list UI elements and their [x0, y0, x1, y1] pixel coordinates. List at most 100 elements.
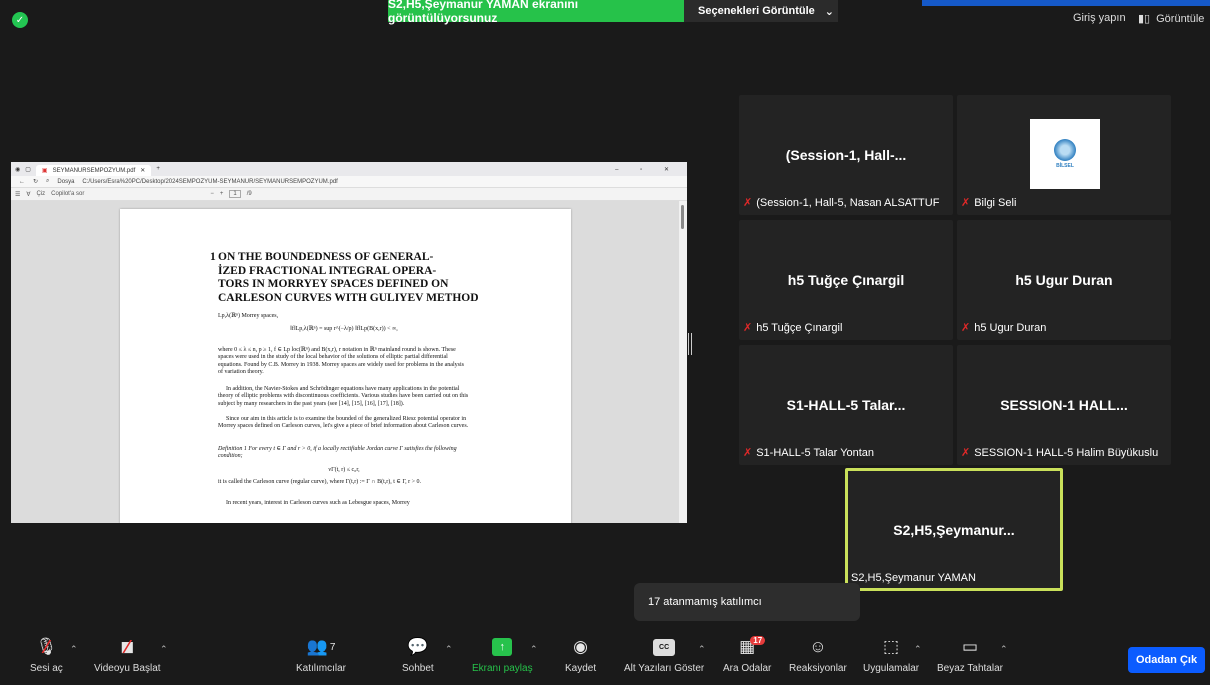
participant-name: (Session-1, Hall-...	[785, 147, 907, 163]
pdf-paragraph-3: Since our aim in this article is to exam…	[218, 416, 469, 430]
chevron-up-icon[interactable]: ⌃	[1000, 644, 1008, 655]
logo-text: BİLSEL	[1056, 163, 1074, 169]
mic-off-icon: 🎙 ⁄	[35, 636, 58, 657]
shared-screen-browser: ◉ ▢ ▣ SEYMANURSEMPOZYUM.pdf ✕ + ‒ ▫ ✕ ← …	[11, 162, 687, 523]
participant-label-text: (Session-1, Hall-5, Nasan ALSATTUF	[756, 196, 940, 209]
back-icon[interactable]: ←	[19, 179, 25, 185]
participants-button[interactable]: 👥 7 Katılımcılar	[296, 636, 346, 674]
top-right-strip	[922, 0, 1210, 6]
pdf-paragraph-5: In recent years, interest in Carleson cu…	[226, 500, 410, 506]
contents-icon[interactable]: ☰	[15, 191, 20, 198]
chevron-up-icon[interactable]: ⌃	[160, 644, 168, 655]
chevron-down-icon: ⌄	[824, 5, 834, 18]
reactions-icon: ☺	[809, 637, 827, 656]
participant-label-text: Bilgi Seli	[974, 196, 1017, 209]
unmute-button[interactable]: 🎙 ⁄ Sesi aç	[30, 636, 63, 675]
view-options-button[interactable]: Seçenekleri Görüntüle ⌄	[684, 0, 838, 22]
captions-label: Alt Yazıları Göster	[624, 663, 705, 674]
participant-label: ✗ SESSION-1 HALL-5 Halim Büyükuslu	[961, 446, 1159, 460]
chevron-up-icon[interactable]: ⌃	[914, 644, 922, 655]
draw-icon[interactable]: ∀	[26, 191, 30, 198]
share-screen-button[interactable]: ↑ Ekranı paylaş	[472, 636, 533, 674]
breakout-rooms-icon: ▦ 17	[739, 636, 766, 658]
whiteboard-icon: ▭	[961, 637, 979, 656]
participant-tile[interactable]: h5 Ugur Duran ✗ h5 Ugur Duran	[957, 220, 1171, 340]
mic-off-icon: ✗	[743, 447, 753, 459]
reactions-label: Reaksiyonlar	[789, 663, 847, 674]
record-button[interactable]: ◉ Kaydet	[565, 636, 596, 674]
participant-tile[interactable]: h5 Tuğçe Çınargil ✗ h5 Tuğçe Çınargil	[739, 220, 953, 340]
chevron-up-icon[interactable]: ⌃	[445, 644, 453, 655]
view-button[interactable]: ▮▯ Görüntüle	[1138, 12, 1204, 26]
mic-off-icon: ✗	[743, 322, 753, 334]
login-button[interactable]: Giriş yapın	[1073, 12, 1126, 24]
participant-tile[interactable]: (Session-1, Hall-... ✗ (Session-1, Hall-5…	[739, 95, 953, 215]
captions-button[interactable]: CC Alt Yazıları Göster	[624, 636, 704, 674]
participant-tile[interactable]: SESSION-1 HALL... ✗ SESSION-1 HALL-5 Hali…	[957, 345, 1171, 465]
breakout-rooms-label: Ara Odalar	[723, 663, 772, 674]
copilot-label[interactable]: Copilot'a sor	[51, 191, 84, 197]
chat-button[interactable]: 💬 Sohbet	[402, 636, 434, 674]
address-url[interactable]: C:/Users/Esra%20PC/Desktop/2024SEMPOZYUM…	[82, 179, 337, 185]
title-line: ON THE BOUNDEDNESS OF GENERAL-	[218, 251, 434, 263]
chevron-up-icon[interactable]: ⌃	[530, 644, 538, 655]
draw-label[interactable]: Çiz	[37, 191, 46, 197]
mic-off-icon: ✗	[961, 322, 971, 334]
leave-room-button[interactable]: Odadan Çık	[1128, 647, 1205, 673]
reload-icon[interactable]: ↻	[33, 178, 38, 185]
pdf-definition: Definition 1 For every t ∈ Γ and r > 0, …	[218, 446, 457, 460]
whiteboard-button[interactable]: ▭ Beyaz Tahtalar	[937, 636, 1003, 674]
participant-name: S2,H5,Şeymanur...	[893, 521, 1015, 538]
chevron-up-icon[interactable]: ⌃	[698, 644, 706, 655]
pdf-icon: ▣	[41, 168, 48, 174]
share-screen-icon: ↑	[492, 636, 513, 658]
scrollbar-thumb[interactable]	[681, 205, 684, 229]
reactions-button[interactable]: ☺ Reaksiyonlar	[789, 636, 847, 674]
chevron-up-icon[interactable]: ⌃	[70, 644, 78, 655]
split-view-handle[interactable]	[688, 333, 692, 355]
security-shield-icon[interactable]: ✓	[12, 12, 28, 28]
address-bar[interactable]: ← ↻ ⌕ Dosya C:/Users/Esra%20PC/Desktop/2…	[11, 176, 687, 188]
page-total: /9	[246, 191, 252, 197]
window-controls[interactable]: ‒ ▫ ✕	[615, 166, 679, 173]
participant-tile[interactable]: S1-HALL-5 Talar... ✗ S1-HALL-5 Talar Yont…	[739, 345, 953, 465]
record-label: Kaydet	[565, 663, 597, 674]
participant-label-text: SESSION-1 HALL-5 Halim Büyükuslu	[974, 446, 1159, 459]
screen-share-banner: S2,H5,Şeymanur YAMAN ekranını görüntülüy…	[388, 0, 684, 25]
breakout-rooms-button[interactable]: ▦ 17 Ara Odalar	[723, 636, 771, 674]
pdf-formula-2: νΓ(t, r) ≤ c₀r,	[328, 467, 360, 473]
new-tab-icon[interactable]: +	[156, 166, 160, 172]
participant-label: ✗ h5 Ugur Duran	[961, 321, 1046, 335]
view-options-label: Seçenekleri Görüntüle	[698, 5, 815, 17]
participant-name: S1-HALL-5 Talar...	[786, 397, 906, 413]
zoom-out-icon[interactable]: −	[210, 191, 214, 197]
close-icon[interactable]: ✕	[140, 167, 145, 174]
browser-profile-icon: ◉	[15, 166, 21, 173]
participant-label: ✗ h5 Tuğçe Çınargil	[743, 321, 842, 335]
tab-actions-icon: ▢	[25, 166, 31, 173]
record-icon: ◉	[573, 637, 588, 656]
participant-label-text: S2,H5,Şeymanur YAMAN	[851, 572, 976, 584]
mic-off-icon: ✗	[961, 447, 971, 459]
zoom-in-icon[interactable]: +	[220, 191, 224, 197]
apps-button[interactable]: ⬚ Uygulamalar	[863, 636, 919, 674]
breakout-tooltip: 17 atanmamış katılımcı	[634, 583, 860, 621]
participant-label: S2,H5,Şeymanur YAMAN	[851, 572, 976, 584]
mic-off-icon: ✗	[743, 197, 753, 209]
start-video-button[interactable]: ◼ ⁄ Videoyu Başlat	[94, 636, 161, 675]
participant-name: SESSION-1 HALL...	[1000, 397, 1128, 413]
captions-icon: CC	[653, 636, 676, 658]
active-speaker-tile[interactable]: S2,H5,Şeymanur... S2,H5,Şeymanur YAMAN	[845, 468, 1063, 591]
pdf-paragraph-2: In addition, the Navier-Stokes and Schrö…	[218, 386, 469, 407]
participant-tile[interactable]: BİLSEL ✗ Bilgi Seli	[957, 95, 1171, 215]
whiteboard-label: Beyaz Tahtalar	[937, 663, 1003, 674]
page-number-input[interactable]: 1	[229, 190, 241, 198]
pdf-page: 1 ON THE BOUNDEDNESS OF GENERAL- İZED FR…	[120, 209, 571, 523]
browser-tab[interactable]: ▣ SEYMANURSEMPOZYUM.pdf ✕	[35, 165, 152, 176]
participant-label: ✗ S1-HALL-5 Talar Yontan	[743, 446, 874, 460]
breakout-count-badge: 17	[750, 636, 766, 645]
pdf-scrollbar[interactable]	[679, 201, 687, 523]
video-off-icon: ◼ ⁄	[120, 636, 135, 657]
participants-count: 7	[329, 641, 336, 653]
pdf-viewer[interactable]: 1 ON THE BOUNDEDNESS OF GENERAL- İZED FR…	[11, 201, 687, 523]
